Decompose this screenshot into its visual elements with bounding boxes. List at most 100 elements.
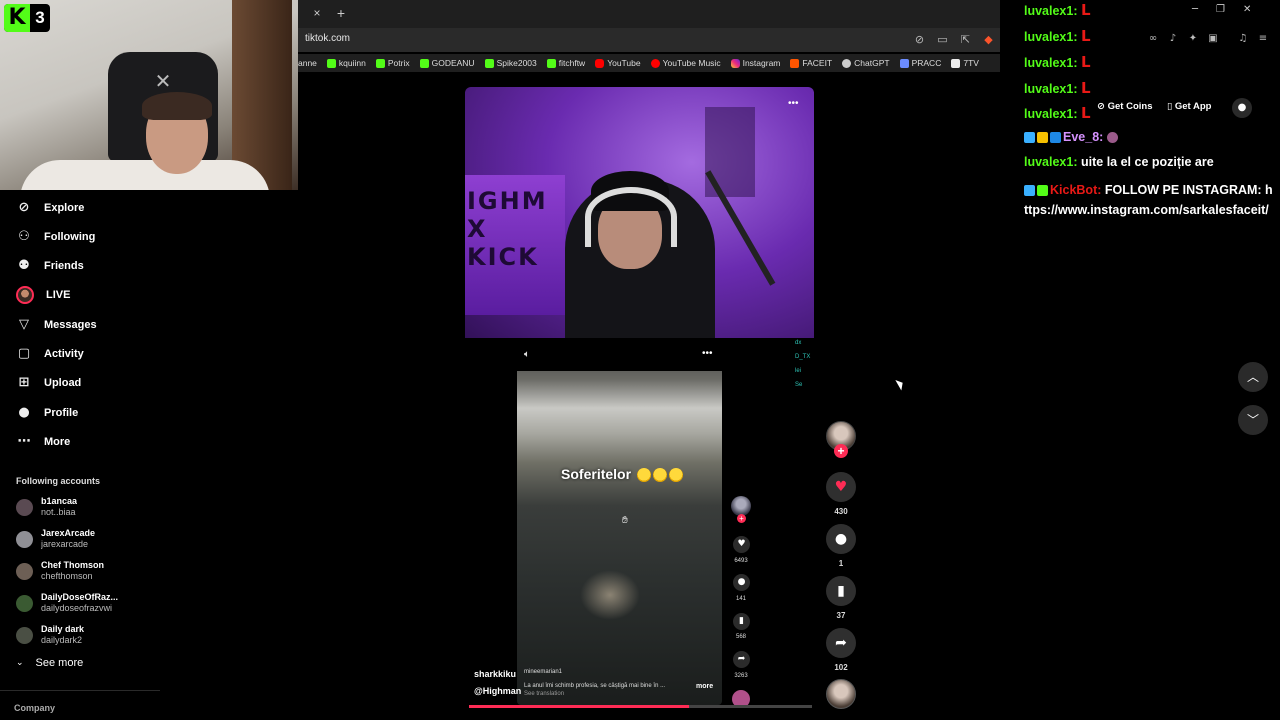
- avatar: [16, 530, 33, 548]
- follow-plus-icon[interactable]: +: [834, 444, 848, 458]
- restore-icon[interactable]: ❐: [1216, 4, 1225, 15]
- account-username: dailydoseofrazvwi: [41, 603, 113, 613]
- bookmark-item[interactable]: Instagram: [730, 58, 780, 68]
- chat-message: luvalex1: L: [1024, 1, 1091, 19]
- chat-message: luvalex1: L: [1024, 79, 1091, 97]
- sidebar-item-following[interactable]: ⚇ Following: [16, 227, 95, 247]
- see-translation-link[interactable]: See translation: [524, 691, 564, 697]
- sidebar-item-messages[interactable]: ▽ Messages: [16, 315, 97, 335]
- bookmark-item[interactable]: YouTube Music: [650, 58, 721, 68]
- chat-text: uite la el ce poziție are: [1081, 155, 1214, 169]
- new-tab-icon[interactable]: +: [334, 5, 348, 21]
- sidebar-item-activity[interactable]: ▢ Activity: [16, 344, 84, 364]
- gpt-icon: [842, 58, 852, 68]
- bookmark-item[interactable]: anne: [298, 58, 317, 68]
- kick-icon: [546, 58, 556, 68]
- inner-comment-count: 141: [735, 596, 746, 602]
- inner-more-icon[interactable]: •••: [702, 348, 713, 359]
- cam-more-icon[interactable]: •••: [788, 98, 799, 109]
- bookmark-item[interactable]: YouTube: [595, 58, 641, 68]
- inner-bookmark-icon[interactable]: ▮: [733, 613, 750, 630]
- sidebar-item-upload[interactable]: ⊞ Upload: [16, 373, 82, 393]
- chat-message: luvalex1: uite la el ce poziție are: [1024, 155, 1214, 169]
- music-disc-icon[interactable]: [826, 679, 856, 709]
- sidebar-item-more[interactable]: ⋯ More: [16, 432, 71, 452]
- get-coins-button[interactable]: ⊘ Get Coins: [1097, 101, 1152, 112]
- next-video-chevron-down-icon[interactable]: ﹀: [1238, 405, 1268, 435]
- see-more-label: See more: [35, 657, 84, 669]
- tab-strip: [298, 0, 1000, 28]
- webcam-body: [20, 160, 270, 190]
- embedded-chat-line: Se: [795, 382, 803, 388]
- bookmark-label: YouTube Music: [662, 58, 721, 68]
- extension-audio-icon[interactable]: ♪: [1166, 32, 1180, 46]
- brave-shield-icon[interactable]: ◆: [981, 31, 996, 48]
- following-account[interactable]: DailyDoseOfRaz... dailydoseofrazvwi: [16, 590, 156, 616]
- sidebar-toggle-icon[interactable]: ▣: [1206, 32, 1220, 46]
- cast-icon[interactable]: ▭: [935, 31, 950, 48]
- inner-video-username[interactable]: mineemarian1: [524, 669, 562, 675]
- inner-tiktok-video[interactable]: [517, 343, 722, 705]
- laughing-emoji-icon: [652, 468, 667, 483]
- previous-video-chevron-up-icon[interactable]: ︿: [1238, 362, 1268, 392]
- share-arrow-icon[interactable]: ➦: [826, 628, 856, 658]
- bookmark-item[interactable]: PRACC: [899, 58, 941, 68]
- embedded-chat-line: lei: [795, 368, 802, 374]
- bookmark-item[interactable]: kquiinn: [326, 58, 366, 68]
- chat-username: KickBot:: [1050, 183, 1102, 197]
- like-heart-icon[interactable]: ♥: [826, 472, 856, 502]
- inner-comment-icon[interactable]: ●: [733, 574, 750, 591]
- profile-avatar-icon[interactable]: ●: [1232, 98, 1252, 118]
- video-handle[interactable]: @Highman: [474, 686, 521, 696]
- bookmark-item[interactable]: ChatGPT: [842, 58, 890, 68]
- more-icon: ⋯: [17, 434, 31, 449]
- comment-icon[interactable]: ●: [826, 524, 856, 554]
- url-text[interactable]: tiktok.com: [305, 33, 350, 44]
- minimize-icon[interactable]: ─: [1192, 4, 1198, 15]
- webcam-hair: [142, 92, 212, 120]
- address-bar-icons: ⊘ ▭ ⇱ ◆: [912, 31, 996, 48]
- bookmark-label: FACEIT: [802, 58, 833, 68]
- no-tracking-icon[interactable]: ⊘: [912, 31, 927, 48]
- close-window-icon[interactable]: ✕: [1243, 4, 1251, 15]
- chevron-down-icon: ⌄: [16, 658, 24, 668]
- share-icon[interactable]: ⇱: [958, 31, 973, 48]
- media-icon[interactable]: ♫: [1236, 32, 1250, 46]
- inner-avatar[interactable]: [731, 496, 751, 516]
- volume-icon[interactable]: 🔈︎: [524, 349, 530, 360]
- video-progress-bar[interactable]: [469, 705, 812, 708]
- bookmark-item[interactable]: Potrix: [375, 58, 410, 68]
- bookmark-item[interactable]: FACEIT: [790, 58, 832, 68]
- embedded-chat-snippet: dx D_TX lei Se: [795, 336, 810, 392]
- sidebar-item-live[interactable]: LIVE: [16, 285, 70, 305]
- sidebar-item-label: Explore: [44, 202, 85, 214]
- extension-glasses-icon[interactable]: ∞: [1146, 32, 1160, 46]
- browser-menu-icon[interactable]: ≡: [1256, 32, 1270, 46]
- following-account[interactable]: b1ancaa not..biaa: [16, 494, 156, 520]
- inner-like-icon[interactable]: ♥: [733, 536, 750, 553]
- extensions-puzzle-icon[interactable]: ✦: [1186, 32, 1200, 46]
- see-more-button[interactable]: ⌄ See more: [16, 657, 83, 669]
- window-controls: ─ ❐ ✕: [1192, 4, 1251, 15]
- bookmark-icon[interactable]: ▮: [826, 576, 856, 606]
- inner-follow-icon[interactable]: +: [737, 514, 746, 523]
- address-bar[interactable]: [298, 28, 1000, 52]
- bookmark-item[interactable]: GODEANU: [419, 58, 475, 68]
- sidebar-item-explore[interactable]: ⊘ Explore: [16, 198, 85, 218]
- sidebar-item-friends[interactable]: ⚉ Friends: [16, 256, 84, 276]
- following-account[interactable]: Chef Thomson chefthomson: [16, 558, 156, 584]
- get-app-button[interactable]: ▯ Get App: [1167, 101, 1211, 112]
- bookmark-item[interactable]: Spike2003: [484, 58, 537, 68]
- tab-close-icon[interactable]: ×: [310, 6, 324, 20]
- sidebar-item-label: Activity: [44, 348, 84, 360]
- following-account[interactable]: JarexArcade jarexarcade: [16, 526, 156, 552]
- company-link[interactable]: Company: [14, 703, 55, 713]
- caption-more-link[interactable]: more: [696, 683, 713, 690]
- video-username[interactable]: sharkkiku: [474, 669, 516, 679]
- bookmark-item[interactable]: 7TV: [951, 58, 979, 68]
- bookmark-item[interactable]: fitchftw: [546, 58, 586, 68]
- inner-share-icon[interactable]: ➦: [733, 651, 750, 668]
- sidebar-item-profile[interactable]: ● Profile: [16, 403, 78, 423]
- following-account[interactable]: Daily dark dailydark2: [16, 622, 156, 648]
- bookmark-label: fitchftw: [558, 58, 586, 68]
